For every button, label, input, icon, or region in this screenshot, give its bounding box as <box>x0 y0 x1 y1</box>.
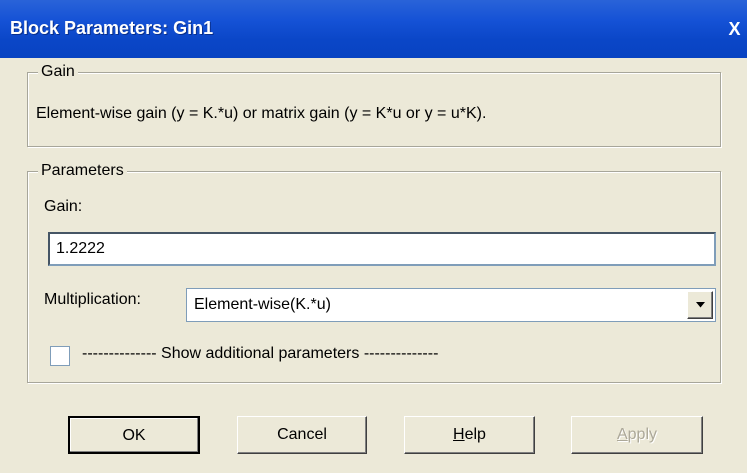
help-button[interactable]: Help <box>404 416 535 454</box>
show-additional-checkbox[interactable] <box>50 346 70 366</box>
help-mnemonic: H <box>453 426 465 443</box>
gain-group: Gain Element-wise gain (y = K.*u) or mat… <box>27 62 721 147</box>
apply-label-rest: pply <box>627 426 658 443</box>
gain-description: Element-wise gain (y = K.*u) or matrix g… <box>36 105 487 122</box>
multiplication-select[interactable]: Element-wise(K.*u) <box>186 288 716 322</box>
dropdown-button[interactable] <box>687 291 713 319</box>
show-additional-label: -------------- Show additional parameter… <box>82 345 439 362</box>
multiplication-label: Multiplication: <box>44 291 141 308</box>
parameters-group-legend: Parameters <box>38 161 127 181</box>
gain-label: Gain: <box>44 198 83 215</box>
cancel-button[interactable]: Cancel <box>237 416 367 454</box>
chevron-down-icon <box>696 302 705 308</box>
help-label-rest: elp <box>464 426 486 443</box>
apply-mnemonic: A <box>616 426 628 443</box>
parameters-group: Parameters Gain: Multiplication: Element… <box>27 161 721 383</box>
title-bar[interactable]: Block Parameters: Gin1 X <box>0 0 747 58</box>
gain-group-legend: Gain <box>38 62 78 82</box>
window-title: Block Parameters: Gin1 <box>10 18 214 38</box>
apply-button[interactable]: Apply <box>571 416 703 454</box>
block-parameters-dialog: Block Parameters: Gin1 X Gain Element-wi… <box>0 0 747 473</box>
gain-input[interactable] <box>48 232 716 266</box>
close-icon[interactable]: X <box>724 19 745 40</box>
ok-button[interactable]: OK <box>68 416 200 454</box>
multiplication-selected-value: Element-wise(K.*u) <box>194 296 331 313</box>
